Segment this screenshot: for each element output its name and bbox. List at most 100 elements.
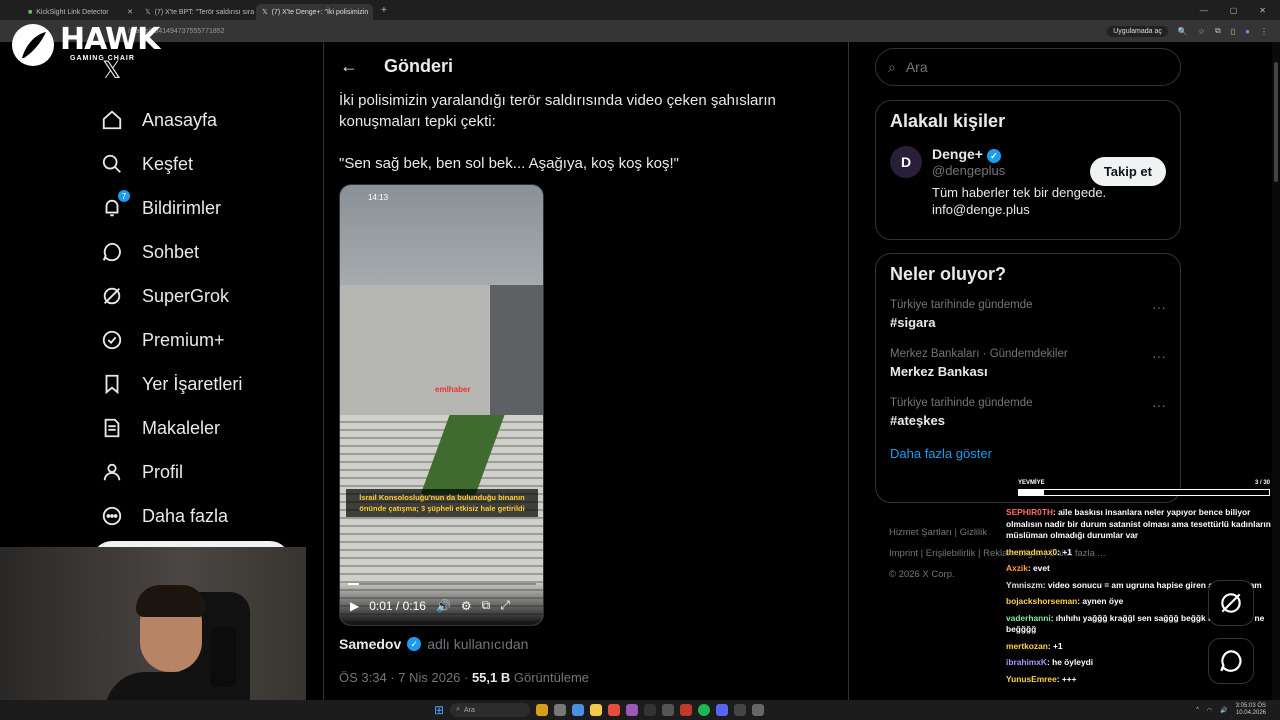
volume-icon[interactable]: 🔊 <box>436 599 451 613</box>
sidebar-item-explore[interactable]: Keşfet <box>100 142 242 186</box>
grok-icon <box>1221 593 1241 613</box>
chat-username[interactable]: SEPHIR0TH <box>1006 507 1053 517</box>
app-icon[interactable] <box>752 704 765 716</box>
sidebar-item-label: Anasayfa <box>142 109 218 130</box>
browser-tab[interactable]: ■ KickSight Link Detector ✕ <box>22 4 139 20</box>
chat-username[interactable]: bojackshorseman <box>1006 596 1077 606</box>
sidebar-item-supergrok[interactable]: SuperGrok <box>100 274 242 318</box>
taskbar-search[interactable]: ⌕ Ara <box>450 703 531 717</box>
chat-message: SEPHIR0TH: aile baskısı insanlara neler … <box>1006 507 1278 542</box>
taskbar-apps: ⊞ ⌕ Ara <box>434 703 765 717</box>
app-icon[interactable] <box>626 704 639 716</box>
profile-icon[interactable]: ● <box>1245 27 1250 36</box>
app-icon[interactable] <box>662 704 675 716</box>
sidebar-item-home[interactable]: Anasayfa <box>100 98 242 142</box>
more-options-icon[interactable]: ··· <box>1152 348 1166 364</box>
play-icon[interactable]: ▶ <box>350 599 359 613</box>
maximize-icon[interactable]: ▢ <box>1230 6 1238 15</box>
search-icon: ⌕ <box>888 58 896 75</box>
chat-username[interactable]: YunusEmree <box>1006 674 1057 684</box>
chat-username[interactable]: vaderhanni <box>1006 613 1051 623</box>
related-people-card: Alakalı kişiler D Denge+ ✓ @dengeplus Tü… <box>875 100 1181 240</box>
tray-chevron-icon[interactable]: ^ <box>1196 707 1199 713</box>
app-icon[interactable] <box>608 704 621 716</box>
source-username[interactable]: Samedov <box>339 636 401 652</box>
browser-tab[interactable]: 𝕏 (7) X'te BPT: "Terör saldırısı sıra ✕ <box>139 4 256 20</box>
scrollbar[interactable] <box>1272 42 1280 700</box>
trend-item[interactable]: Türkiye tarihinde gündemde #ateşkes ··· <box>890 397 1166 428</box>
browser-tab-active[interactable]: 𝕏 (7) X'te Denge+: "İki polisimizin ✕ <box>256 4 373 20</box>
show-more-link[interactable]: Daha fazla göster <box>890 446 1166 461</box>
sidebar-item-notifications[interactable]: 7 Bildirimler <box>100 186 242 230</box>
follow-button[interactable]: Takip et <box>1089 157 1166 186</box>
tab-close-icon[interactable]: ✕ <box>127 8 133 16</box>
grok-icon <box>100 284 124 308</box>
sidebar-item-more[interactable]: Daha fazla <box>100 494 242 538</box>
app-icon[interactable] <box>572 704 585 716</box>
search-input[interactable]: ⌕ Ara <box>875 48 1181 86</box>
volume-icon[interactable]: 🔊 <box>1220 707 1227 714</box>
grok-floating-button[interactable] <box>1208 580 1254 626</box>
post-timestamp[interactable]: ÖS 3:34 · 7 Nis 2026 · <box>339 670 472 685</box>
hawk-feather-icon <box>12 24 54 66</box>
menu-icon[interactable]: ⋮ <box>1260 27 1268 36</box>
taskbar-search-label: Ara <box>463 706 475 714</box>
app-icon[interactable] <box>536 704 549 716</box>
chat-username[interactable]: Ymniszm <box>1006 580 1043 590</box>
chat-username[interactable]: mertkozan <box>1006 641 1048 651</box>
sidebar-item-premium[interactable]: Premium+ <box>100 318 242 362</box>
picture-in-picture-icon[interactable]: ⧉ <box>482 598 491 613</box>
chat-username[interactable]: themadmax0 <box>1006 547 1057 557</box>
chat-username[interactable]: ibrahimxK <box>1006 657 1047 667</box>
fullscreen-icon[interactable]: ⤢ <box>500 598 510 613</box>
app-icon[interactable] <box>716 704 729 716</box>
goal-progress <box>1018 489 1270 496</box>
extensions-icon[interactable]: ⧉ <box>1215 26 1221 36</box>
sidebar-icon[interactable]: ▯ <box>1231 27 1235 36</box>
view-count: 55,1 B <box>471 670 511 685</box>
tweet-text-line: İki polisimizin yaralandığı terör saldır… <box>339 92 776 109</box>
open-in-app-button[interactable]: Uygulamada aç <box>1107 25 1168 37</box>
trend-item[interactable]: Merkez Bankaları · Gündemdekiler Merkez … <box>890 348 1166 379</box>
video-player[interactable]: 14:13 emlhaber İsrail Konsolosluğu'nun d… <box>339 184 544 626</box>
zoom-icon[interactable]: 🔍 <box>1178 27 1188 36</box>
more-options-icon[interactable]: ··· <box>1152 299 1166 315</box>
trends-card: Neler oluyor? Türkiye tarihinde gündemde… <box>875 253 1181 503</box>
more-options-icon[interactable]: ··· <box>1152 397 1166 413</box>
related-title: Alakalı kişiler <box>890 111 1006 131</box>
sidebar-item-articles[interactable]: Makaleler <box>100 406 242 450</box>
new-tab-button[interactable]: + <box>381 5 387 16</box>
person-bio-line: info@denge.plus <box>932 202 1030 217</box>
app-icon[interactable] <box>734 704 747 716</box>
clock[interactable]: 3:05:03 ÖS 10.04.2026 <box>1236 703 1266 717</box>
settings-gear-icon[interactable]: ⚙ <box>461 599 472 613</box>
app-icon[interactable] <box>680 704 693 716</box>
app-icon[interactable] <box>554 704 567 716</box>
video-caption-line: İsrail Konsolosluğu'nun da bulunduğu bin… <box>359 493 525 502</box>
chat-username[interactable]: Axzik <box>1006 563 1028 573</box>
windows-start-icon[interactable]: ⊞ <box>434 703 444 717</box>
minimize-icon[interactable]: — <box>1200 6 1208 15</box>
sidebar-item-label: Bildirimler <box>142 197 222 218</box>
webcam-overlay <box>0 547 306 720</box>
close-window-icon[interactable]: ✕ <box>1259 6 1266 15</box>
sidebar-item-chat[interactable]: Sohbet <box>100 230 242 274</box>
page-title: Gönderi <box>384 55 454 76</box>
wifi-icon[interactable]: ◠ <box>1207 707 1212 714</box>
sidebar-item-profile[interactable]: Profil <box>100 450 242 494</box>
trend-item[interactable]: Türkiye tarihinde gündemde #sigara ··· <box>890 299 1166 330</box>
back-arrow-icon[interactable]: ← <box>340 56 358 77</box>
tab-close-icon[interactable]: ✕ <box>372 8 373 16</box>
chat-text: : +++ <box>1056 673 1077 684</box>
sidebar-item-label: Sohbet <box>142 241 200 262</box>
messages-floating-button[interactable] <box>1208 638 1254 684</box>
star-icon[interactable]: ☆ <box>1198 27 1205 36</box>
app-icon[interactable] <box>644 704 657 716</box>
video-progress-bar[interactable] <box>348 583 536 585</box>
sidebar-item-bookmarks[interactable]: Yer İşaretleri <box>100 362 242 406</box>
app-icon[interactable] <box>698 704 711 716</box>
chat-text: : +1 <box>1057 546 1072 557</box>
avatar[interactable]: D <box>890 146 922 178</box>
scrollbar-thumb[interactable] <box>1274 62 1278 182</box>
app-icon[interactable] <box>590 704 603 716</box>
